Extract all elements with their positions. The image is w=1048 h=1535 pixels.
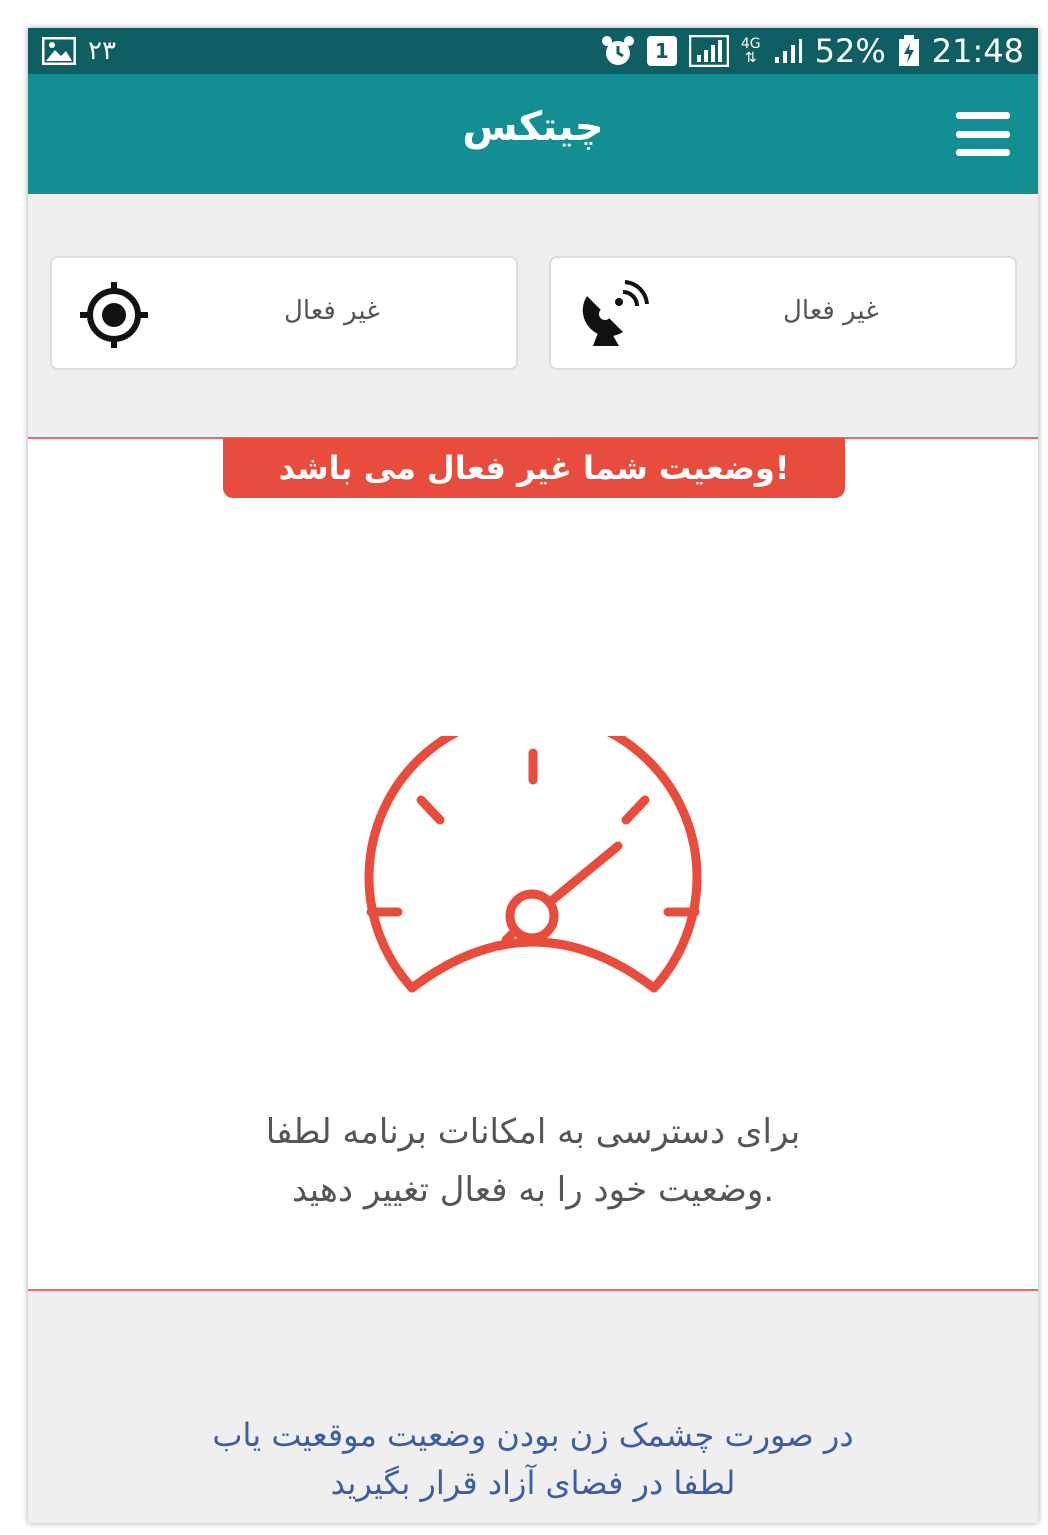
gps-target-icon <box>76 280 152 354</box>
signal-box-icon <box>688 35 729 67</box>
notification-count: ۲۳ <box>88 36 116 66</box>
activation-message-line2: وضعیت خود را به فعال تغییر دهید. <box>291 1170 775 1210</box>
satellite-dish-icon <box>579 280 649 354</box>
battery-charging-icon <box>898 35 920 67</box>
hamburger-menu-icon[interactable] <box>956 112 1010 156</box>
sim-badge: 1 <box>654 39 669 63</box>
phone-screen: ۲۳ 1 4G ⇅ 52% 21:48 چیتکس غیر فعال غیر ف… <box>28 28 1038 1523</box>
status-bar-left: ۲۳ <box>42 37 116 65</box>
status-cards-panel: غیر فعال غیر فعال <box>28 194 1038 437</box>
menu-bar-line <box>956 130 1010 138</box>
inactive-status-banner: وضعیت شما غیر فعال می باشد! <box>223 438 845 498</box>
connection-status-label: غیر فعال <box>783 296 879 326</box>
sim-card-icon: 1 <box>646 36 677 66</box>
app-bar: چیتکس <box>28 74 1038 194</box>
clock: 21:48 <box>931 32 1024 70</box>
gps-hint: در صورت چشمک زن بودن وضعیت موقعیت یاب لط… <box>128 1411 938 1507</box>
gps-status-card[interactable]: غیر فعال <box>50 256 518 370</box>
menu-bar-line <box>956 112 1010 119</box>
battery-percent: 52% <box>814 32 886 70</box>
gps-hint-panel: در صورت چشمک زن بودن وضعیت موقعیت یاب لط… <box>28 1291 1038 1523</box>
alarm-icon <box>601 35 635 67</box>
connection-status-card[interactable]: غیر فعال <box>549 256 1017 370</box>
status-bar: ۲۳ 1 4G ⇅ 52% 21:48 <box>28 28 1038 74</box>
gps-hint-line1: در صورت چشمک زن بودن وضعیت موقعیت یاب <box>212 1416 854 1454</box>
activation-message-line1: برای دسترسی به امکانات برنامه لطفا <box>265 1112 801 1152</box>
status-bar-right: 1 4G ⇅ 52% 21:48 <box>601 35 1024 67</box>
app-title: چیتکس <box>462 104 604 150</box>
network-type-icon: 4G ⇅ <box>741 37 761 65</box>
gps-status-label: غیر فعال <box>284 296 380 326</box>
data-arrows-icon: ⇅ <box>744 50 757 66</box>
gallery-notification-icon <box>42 37 76 65</box>
network-badge: 4G <box>740 36 761 52</box>
cell-signal-icon <box>773 37 803 65</box>
activation-message: برای دسترسی به امکانات برنامه لطفا وضعیت… <box>178 1103 888 1219</box>
speedometer-icon <box>360 708 706 1010</box>
menu-bar-line <box>956 149 1010 156</box>
gps-hint-line2: لطفا در فضای آزاد قرار بگیرید <box>330 1464 736 1502</box>
